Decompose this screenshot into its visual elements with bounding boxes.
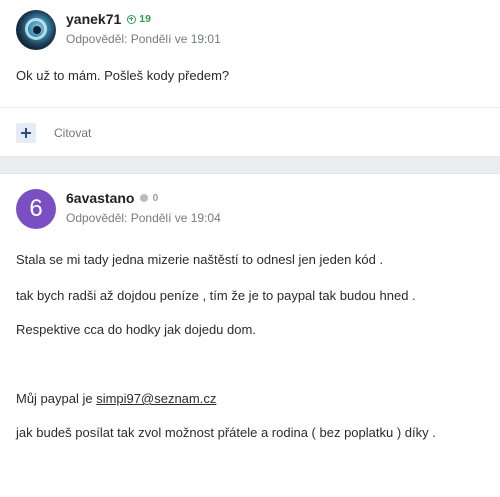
reputation-count: 19 xyxy=(139,13,151,25)
paypal-line: Můj paypal je simpi97@seznam.cz xyxy=(16,391,216,407)
paypal-prefix: Můj paypal je xyxy=(16,391,97,406)
post-time: Odpověděl: Pondělí ve 19:04 xyxy=(66,211,221,225)
avatar[interactable] xyxy=(16,10,56,50)
post-meta: yanek71 19 Odpověděl: Pondělí ve 19:01 xyxy=(66,10,221,46)
post-header: 6 6avastano 0 Odpověděl: Pondělí ve 19:0… xyxy=(16,189,221,229)
quote-button[interactable]: Citovat xyxy=(54,126,91,140)
paypal-email-link[interactable]: simpi97@seznam.cz xyxy=(96,391,216,406)
reputation-badge: 0 xyxy=(140,192,158,204)
post-paragraph: jak budeš posílat tak zvol možnost přáte… xyxy=(16,425,436,440)
multiquote-plus-icon[interactable] xyxy=(16,122,36,143)
post-paragraph: tak bych radši až dojdou peníze , tím že… xyxy=(16,288,416,303)
avatar-letter: 6 xyxy=(29,195,43,222)
post-6avastano: 6 6avastano 0 Odpověděl: Pondělí ve 19:0… xyxy=(0,173,500,497)
post-paragraph: Respektive cca do hodky jak dojedu dom. xyxy=(16,322,256,337)
post-meta: 6avastano 0 Odpověděl: Pondělí ve 19:04 xyxy=(66,189,221,225)
grey-dot-icon xyxy=(140,194,149,202)
reputation-badge: 19 xyxy=(127,13,151,25)
post-time: Odpověděl: Pondělí ve 19:01 xyxy=(66,32,221,46)
post-yanek71: yanek71 19 Odpověděl: Pondělí ve 19:01 O… xyxy=(0,0,500,157)
username[interactable]: yanek71 xyxy=(66,11,121,27)
post-paragraph: Stala se mi tady jedna mizerie naštěstí … xyxy=(16,252,384,267)
reputation-count: 0 xyxy=(152,192,159,204)
post-actions: Citovat xyxy=(0,107,500,157)
post-paragraph: Ok už to mám. Pošleš kody předem? xyxy=(16,68,230,83)
username[interactable]: 6avastano xyxy=(66,190,134,206)
plus-circle-icon xyxy=(127,14,137,24)
post-header: yanek71 19 Odpověděl: Pondělí ve 19:01 xyxy=(16,10,221,50)
avatar[interactable]: 6 xyxy=(16,189,56,229)
